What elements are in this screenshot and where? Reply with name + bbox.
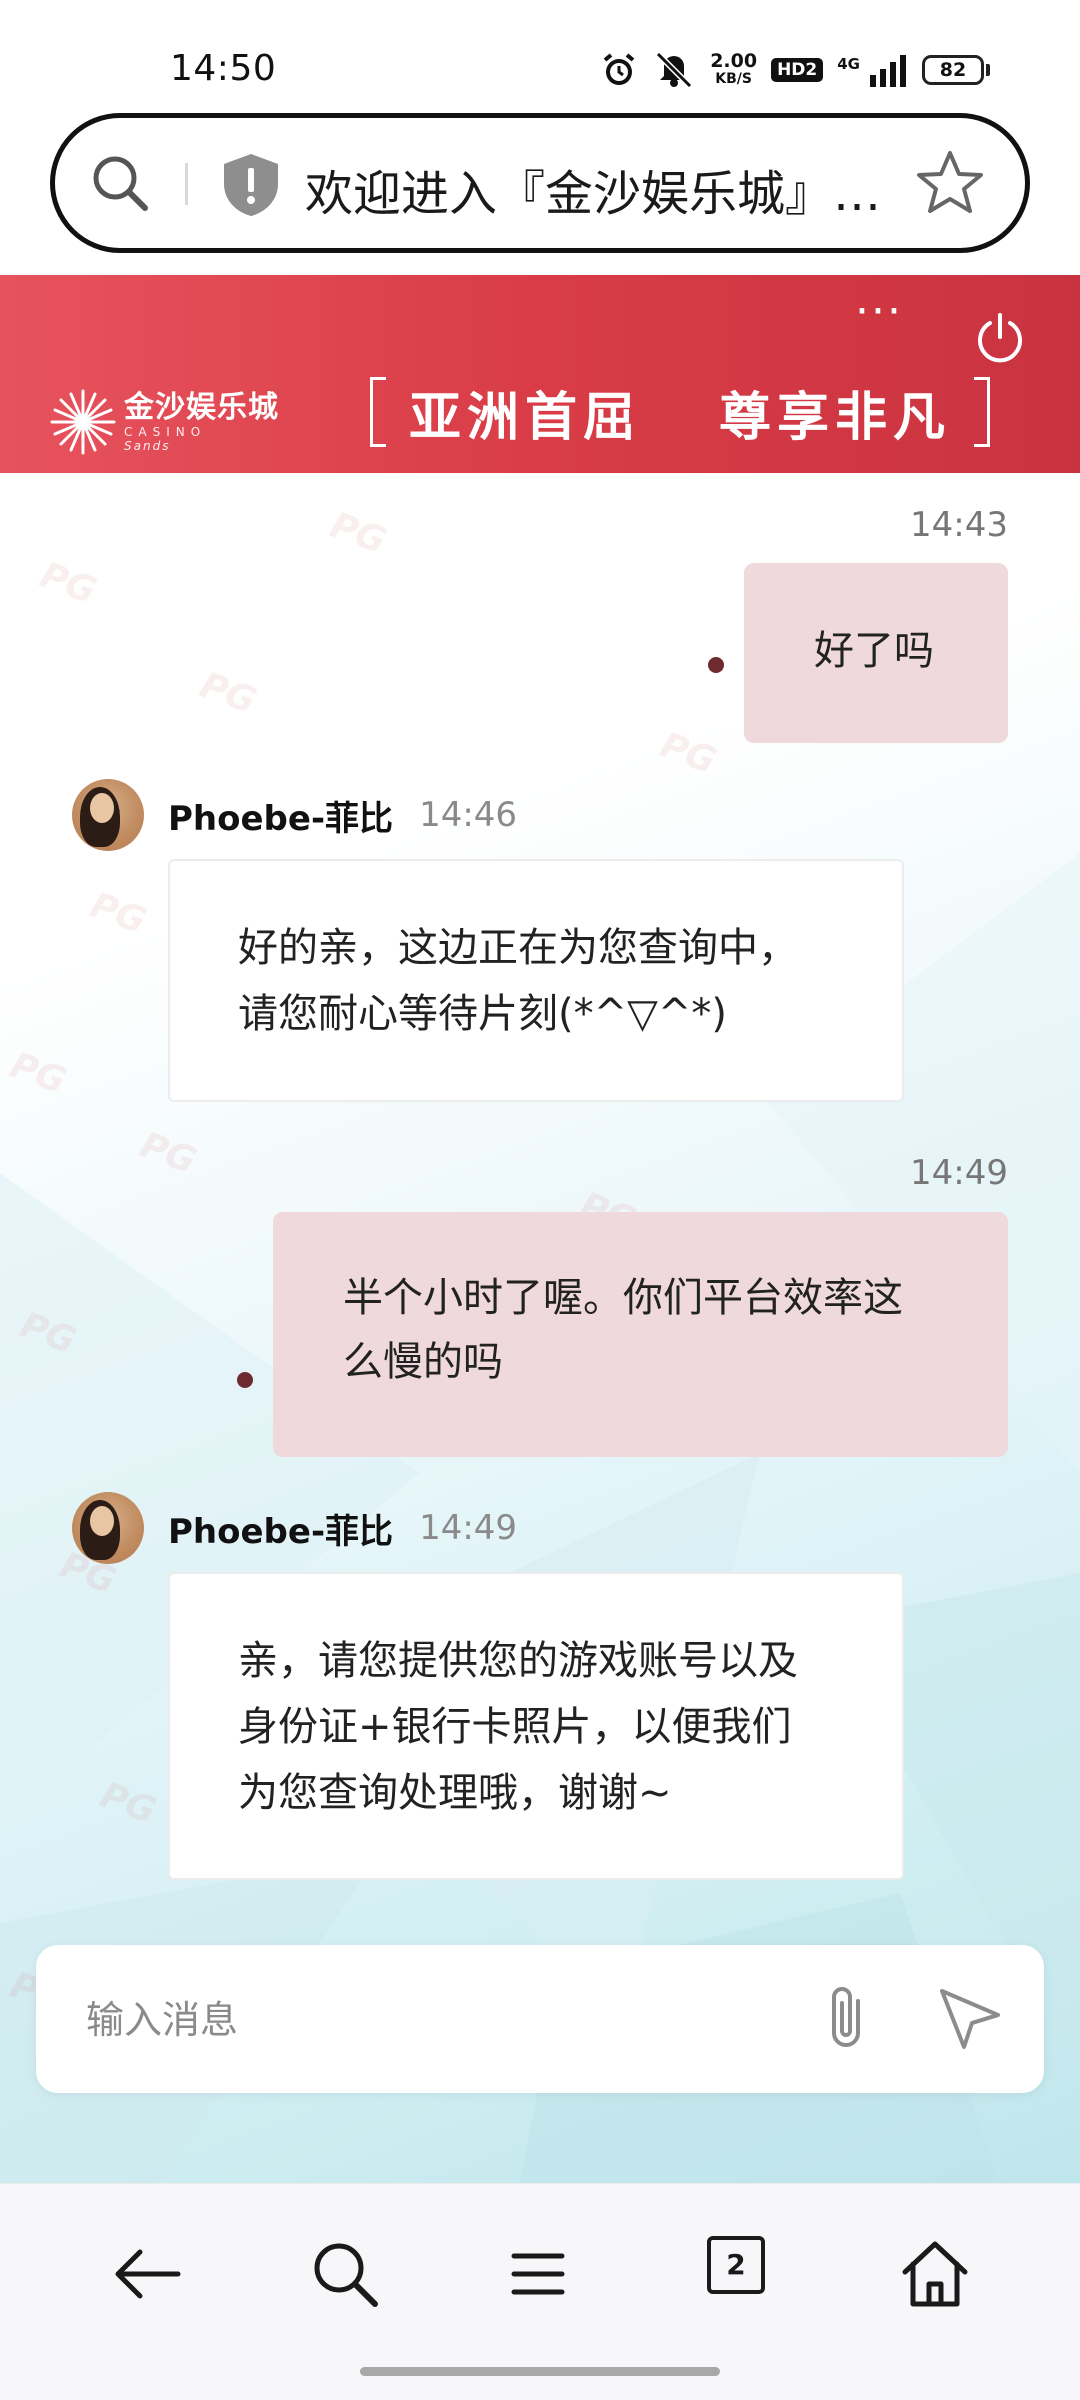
home-icon[interactable] — [895, 2234, 975, 2314]
slogan-part-2: 尊享非凡 — [718, 387, 951, 448]
battery-level: 82 — [922, 55, 984, 85]
message-input[interactable] — [86, 1985, 786, 2055]
slogan-part-1: 亚洲首屈 — [408, 387, 641, 448]
agent-name: Phoebe-菲比 — [168, 798, 394, 839]
casino-logo: 金沙娱乐城 CASINO Sands — [48, 387, 279, 457]
avatar[interactable] — [72, 1492, 144, 1564]
speed-unit: KB/S — [715, 71, 752, 87]
message-time: 14:49 — [419, 1508, 518, 1548]
battery-cap — [986, 64, 990, 76]
message-line: 么慢的吗 — [343, 1339, 503, 1385]
menu-icon[interactable] — [498, 2234, 578, 2314]
message-line: 身份证+银行卡照片，以便我们 — [238, 1704, 792, 1750]
star-icon[interactable] — [915, 148, 985, 218]
message-line: 半个小时了喔。你们平台效率这 — [343, 1275, 903, 1321]
network-type: 4G — [837, 55, 860, 73]
status-icons: 2.00 KB/S HD2 4G 82 — [600, 46, 990, 94]
sun-logo-icon — [50, 389, 116, 455]
outgoing-message[interactable]: 好了吗 — [744, 563, 1008, 743]
message-time: 14:46 — [419, 795, 518, 835]
url-divider — [185, 163, 188, 205]
message-line: 为您查询处理哦，谢谢~ — [238, 1770, 672, 1816]
paperclip-icon[interactable] — [818, 1983, 878, 2055]
status-time: 14:50 — [170, 48, 277, 89]
network-speed: 2.00 KB/S — [710, 52, 757, 88]
shield-icon[interactable] — [220, 152, 282, 218]
tabs-icon[interactable]: 2 — [707, 2236, 765, 2294]
avatar-face — [90, 793, 114, 823]
message-text: 好了吗 — [814, 628, 934, 674]
status-bar: 14:50 2.00 KB/S HD2 4G 82 — [0, 0, 1080, 110]
speed-value: 2.00 — [710, 50, 758, 72]
page-title[interactable]: 欢迎进入『金沙娱乐城』… — [305, 154, 925, 224]
message-line: 请您耐心等待片刻(*^▽^*) — [238, 991, 728, 1037]
slogan-bracket-left — [370, 377, 386, 447]
avatar-face — [90, 1506, 114, 1536]
message-time: 14:49 — [910, 1153, 1008, 1193]
slogan: 亚洲首屈 尊享非凡 — [370, 375, 990, 449]
agent-header: Phoebe-菲比 14:46 — [72, 779, 517, 851]
logo-english: CASINO — [124, 425, 207, 439]
incoming-message[interactable]: 亲，请您提供您的游戏账号以及 身份证+银行卡照片，以便我们 为您查询处理哦，谢谢… — [168, 1572, 904, 1880]
slogan-bracket-right — [974, 377, 990, 447]
agent-name: Phoebe-菲比 — [168, 1511, 394, 1552]
message-line: 好的亲，这边正在为您查询中， — [238, 925, 798, 971]
logo-text: 金沙娱乐城 CASINO Sands — [124, 390, 279, 454]
send-icon[interactable] — [936, 1985, 1002, 2051]
search-icon[interactable] — [305, 2234, 385, 2314]
logo-script: Sands — [124, 439, 171, 453]
more-icon[interactable]: ··· — [855, 290, 915, 337]
unread-dot — [237, 1372, 253, 1388]
agent-header: Phoebe-菲比 14:49 — [72, 1492, 517, 1564]
power-icon[interactable] — [972, 311, 1028, 367]
message-line: 亲，请您提供您的游戏账号以及 — [238, 1638, 798, 1684]
outgoing-message[interactable]: 半个小时了喔。你们平台效率这 么慢的吗 — [273, 1212, 1008, 1457]
incoming-message[interactable]: 好的亲，这边正在为您查询中， 请您耐心等待片刻(*^▽^*) — [168, 859, 904, 1102]
avatar[interactable] — [72, 779, 144, 851]
alarm-icon — [603, 53, 635, 85]
hd-badge: HD2 — [771, 58, 824, 82]
search-icon[interactable] — [85, 148, 155, 218]
signal-icon — [870, 55, 906, 87]
home-indicator[interactable] — [360, 2367, 720, 2376]
back-arrow-icon[interactable] — [108, 2234, 188, 2314]
url-bar[interactable]: 欢迎进入『金沙娱乐城』… — [50, 113, 1030, 253]
message-time: 14:43 — [910, 505, 1008, 545]
chat-header-banner: ··· 金沙娱乐城 CASINO Sands 亚洲首屈 尊享非凡 — [0, 275, 1080, 473]
screen: PG PG PG PG PG PG PG PG PG PG PG PG PG P… — [0, 0, 1080, 2400]
unread-dot — [708, 657, 724, 673]
logo-chinese: 金沙娱乐城 — [124, 390, 279, 425]
battery-indicator: 82 — [922, 55, 990, 85]
mute-icon — [656, 51, 693, 89]
message-composer — [36, 1945, 1044, 2093]
